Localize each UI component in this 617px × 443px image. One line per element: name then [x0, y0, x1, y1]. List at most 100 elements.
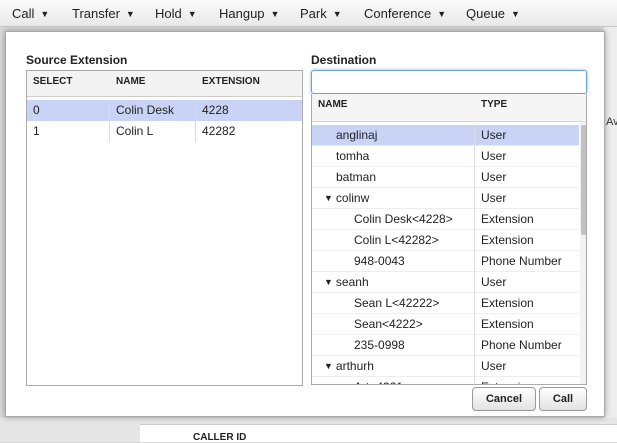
column-header-name[interactable]: NAME [318, 99, 347, 110]
tree-item-row[interactable]: anglinaj User [312, 125, 579, 146]
column-header-select[interactable]: SELECT [33, 76, 72, 87]
tree-item-row[interactable]: batman User [312, 167, 579, 188]
source-row[interactable]: 0 Colin Desk 4228 [27, 100, 302, 121]
name-cell: Colin Desk [110, 100, 196, 121]
menu-hold[interactable]: Hold ▼ [155, 6, 197, 21]
caret-down-icon: ▼ [40, 9, 50, 19]
top-menu-bar: Call ▼ Transfer ▼ Hold ▼ Hangup ▼ Park ▼ Conf… [0, 0, 617, 27]
destination-type-cell: Extension [474, 230, 579, 251]
destination-type-cell: Phone Number [474, 251, 579, 272]
destination-name-label: arthurh [335, 359, 374, 373]
destination-name-label: Sean<4222> [354, 317, 423, 331]
destination-grid-header: NAME TYPE [312, 94, 586, 122]
menu-hangup[interactable]: Hangup ▼ [219, 6, 279, 21]
extension-cell: 4228 [202, 103, 229, 117]
destination-type-cell: Extension [474, 314, 579, 335]
destination-name-label: tomha [336, 149, 370, 163]
tree-item-row[interactable]: Art<4321> Extension [312, 377, 579, 384]
scroll-thumb[interactable] [581, 125, 586, 235]
caret-down-icon: ▼ [511, 9, 520, 19]
destination-name-label: Sean L<42222> [354, 296, 440, 310]
destination-name-cell: Colin Desk<4228> [354, 209, 453, 230]
call-button[interactable]: Call [539, 387, 587, 411]
menu-label: Transfer [72, 6, 120, 21]
destination-name-label: 235-0998 [354, 338, 405, 352]
destination-type-cell: User [474, 146, 579, 167]
destination-name-cell: 948-0043 [354, 251, 405, 272]
destination-type-cell: User [474, 188, 579, 209]
tree-group-row[interactable]: ▼ arthurh User [312, 356, 579, 377]
destination-type-cell: User [474, 125, 579, 146]
source-extension-grid: SELECT NAME EXTENSION 0 Colin Desk 4228 … [26, 70, 303, 386]
destination-name-label: Art<4321> [354, 380, 410, 384]
destination-name-cell: ▼ arthurh [324, 356, 374, 377]
destination-type-cell: User [474, 356, 579, 377]
menu-call[interactable]: Call ▼ [12, 6, 49, 21]
cancel-button[interactable]: Cancel [472, 387, 536, 411]
column-header-type[interactable]: TYPE [481, 99, 507, 110]
tree-item-row[interactable]: Colin Desk<4228> Extension [312, 209, 579, 230]
destination-title: Destination [311, 53, 377, 67]
menu-conference[interactable]: Conference ▼ [364, 6, 446, 21]
expand-arrow-icon[interactable]: ▼ [324, 272, 333, 293]
menu-label: Conference [364, 6, 432, 21]
destination-name-cell: Sean L<42222> [354, 293, 439, 314]
tree-item-row[interactable]: Colin L<42282> Extension [312, 230, 579, 251]
menu-transfer[interactable]: Transfer ▼ [72, 6, 135, 21]
destination-name-label: colinw [335, 191, 370, 205]
destination-type-cell: User [474, 167, 579, 188]
source-row[interactable]: 1 Colin L 42282 [27, 121, 302, 142]
caret-down-icon: ▼ [187, 9, 197, 19]
tree-item-row[interactable]: Sean L<42222> Extension [312, 293, 579, 314]
destination-name-label: batman [336, 170, 377, 184]
menu-label: Park [300, 6, 327, 21]
background-text: Av [606, 116, 617, 128]
destination-name-cell: Colin L<42282> [354, 230, 439, 251]
menu-label: Queue [466, 6, 506, 21]
tree-group-row[interactable]: ▼ seanh User [312, 272, 579, 293]
transfer-dialog: Source Extension Destination SELECT NAME… [5, 31, 605, 417]
tree-item-row[interactable]: Sean<4222> Extension [312, 314, 579, 335]
caret-down-icon: ▼ [437, 9, 447, 19]
background-page-strip [604, 27, 617, 442]
tree-item-row[interactable]: 948-0043 Phone Number [312, 251, 579, 272]
column-header-name[interactable]: NAME [116, 76, 145, 87]
expand-arrow-icon[interactable]: ▼ [324, 356, 333, 377]
destination-name-label: anglinaj [336, 128, 378, 142]
source-extension-title: Source Extension [26, 53, 128, 67]
destination-tree-grid: NAME TYPE anglinaj User tomha User batman Use… [311, 94, 587, 385]
destination-type-cell: Extension [474, 209, 579, 230]
destination-search-input[interactable] [311, 70, 587, 94]
destination-name-label: 948-0043 [354, 254, 405, 268]
destination-type-cell: User [474, 272, 579, 293]
select-cell: 0 [27, 100, 110, 121]
tree-item-row[interactable]: 235-0998 Phone Number [312, 335, 579, 356]
destination-name-cell: Sean<4222> [354, 314, 423, 335]
caller-id-label: CALLER ID [193, 432, 247, 443]
tree-item-row[interactable]: tomha User [312, 146, 579, 167]
destination-type-cell: Phone Number [474, 335, 579, 356]
destination-name-cell: batman [336, 167, 376, 188]
expand-arrow-icon[interactable]: ▼ [324, 188, 333, 209]
destination-name-cell: ▼ seanh [324, 272, 369, 293]
destination-name-cell: ▼ colinw [324, 188, 369, 209]
destination-name-label: seanh [335, 275, 369, 289]
destination-name-label: Colin Desk<4228> [354, 212, 453, 226]
caret-down-icon: ▼ [125, 9, 135, 19]
caret-down-icon: ▼ [270, 9, 280, 19]
background-footer [0, 418, 617, 442]
select-cell: 1 [27, 121, 110, 142]
caret-down-icon: ▼ [332, 9, 342, 19]
column-header-extension[interactable]: EXTENSION [202, 76, 260, 87]
menu-queue[interactable]: Queue ▼ [466, 6, 520, 21]
tree-group-row[interactable]: ▼ colinw User [312, 188, 579, 209]
menu-park[interactable]: Park ▼ [300, 6, 342, 21]
extension-cell: 42282 [202, 124, 236, 138]
menu-label: Call [12, 6, 35, 21]
destination-type-cell: Extension [474, 377, 579, 384]
destination-name-cell: anglinaj [336, 125, 377, 146]
destination-name-cell: tomha [336, 146, 369, 167]
destination-type-cell: Extension [474, 293, 579, 314]
menu-label: Hold [155, 6, 182, 21]
destination-scrollbar[interactable] [580, 122, 586, 384]
